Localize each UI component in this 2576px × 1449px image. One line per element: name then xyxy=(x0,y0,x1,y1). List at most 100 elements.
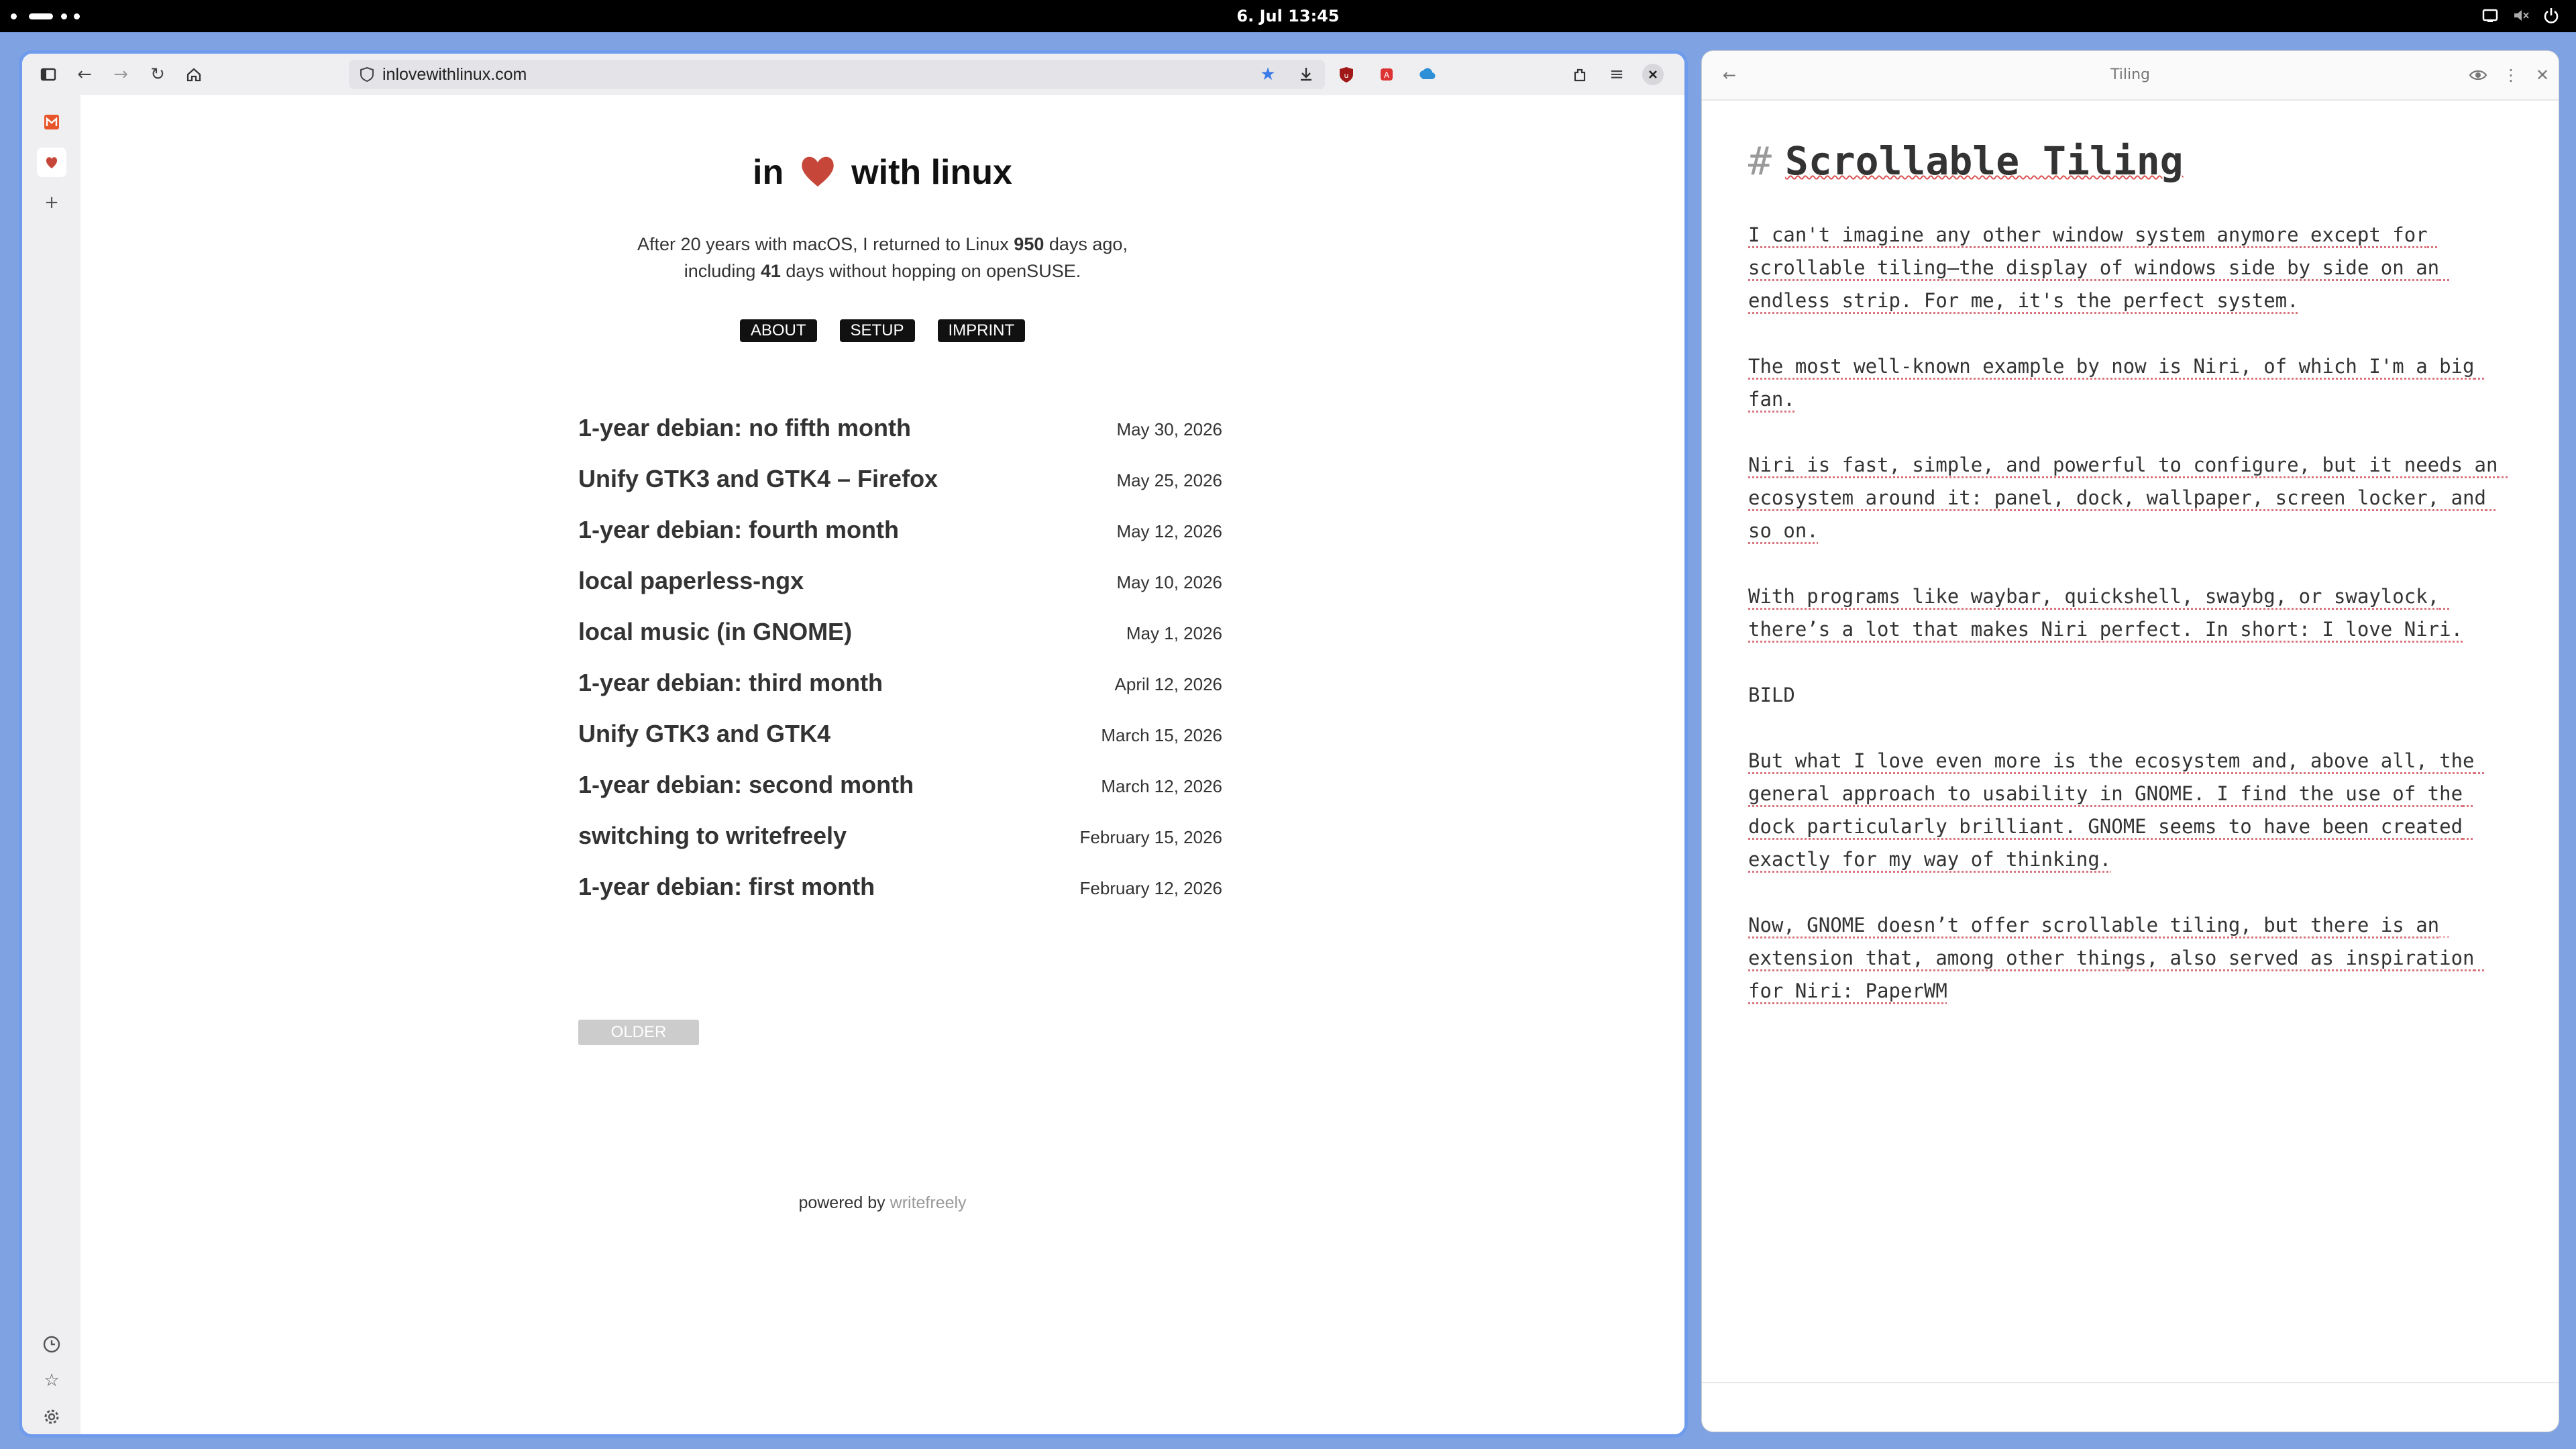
post-date: February 12, 2026 xyxy=(1079,878,1222,898)
footer: powered by writefreely xyxy=(80,1193,1684,1213)
footer-text: powered by xyxy=(798,1193,890,1212)
close-icon[interactable] xyxy=(1640,62,1666,87)
editor-document[interactable]: # Scrollable Tiling I can't imagine any o… xyxy=(1748,138,2520,1040)
sync-icon[interactable] xyxy=(1414,62,1440,87)
power-icon[interactable] xyxy=(2542,7,2560,24)
extensions-icon[interactable] xyxy=(1567,62,1593,87)
extension-icon[interactable]: A xyxy=(1374,62,1399,87)
post-date: May 30, 2026 xyxy=(1116,419,1222,439)
older-button[interactable]: OLDER xyxy=(578,1020,699,1045)
site-title-prefix: in xyxy=(753,153,784,192)
paragraph: Now, GNOME doesn’t offer scrollable tili… xyxy=(1748,914,2486,1002)
mail-app-icon[interactable] xyxy=(37,107,66,137)
nav-imprint[interactable]: IMPRINT xyxy=(937,319,1026,342)
site-nav: ABOUT SETUP IMPRINT xyxy=(80,319,1684,342)
svg-text:u: u xyxy=(1344,71,1349,80)
list-item: Unify GTK3 and GTK4 – Firefox May 25, 202… xyxy=(578,465,1222,516)
browser-sidebar: + ☆ xyxy=(22,95,80,1434)
add-icon[interactable]: + xyxy=(37,188,66,217)
list-item: 1-year debian: second month March 12, 202… xyxy=(578,771,1222,822)
intro-text: After 20 years with macOS, I returned to… xyxy=(80,231,1684,284)
browser-window: ← → ↻ inlovewithlinux.com ★ u A ≡ + ☆ in… xyxy=(19,50,1688,1438)
shield-icon[interactable] xyxy=(358,66,376,83)
nav-setup[interactable]: SETUP xyxy=(839,319,915,342)
post-title[interactable]: 1-year debian: fourth month xyxy=(578,516,899,544)
paragraph: I can't imagine any other window system … xyxy=(1748,223,2451,312)
post-title[interactable]: switching to writefreely xyxy=(578,822,847,850)
more-options-icon[interactable]: ⋮ xyxy=(2498,62,2524,88)
top-bar: 6. Jul 13:45 xyxy=(0,0,2576,32)
web-page: in with linux After 20 years with macOS,… xyxy=(80,95,1684,1434)
nav-about[interactable]: ABOUT xyxy=(739,319,817,342)
days-count: 950 xyxy=(1014,234,1044,254)
list-item: switching to writefreely February 15, 202… xyxy=(578,822,1222,873)
paragraph: The most well-known example by now is Ni… xyxy=(1748,355,2486,411)
svg-text:A: A xyxy=(1384,70,1390,80)
days-no-hop-count: 41 xyxy=(760,261,781,281)
post-title[interactable]: local paperless-ngx xyxy=(578,567,804,595)
document-heading: # Scrollable Tiling xyxy=(1748,138,2520,184)
heading-marker: # xyxy=(1748,138,1772,184)
sidebar-toggle-icon[interactable] xyxy=(36,62,61,87)
paragraph: With programs like waybar, quickshell, s… xyxy=(1748,585,2463,641)
post-date: May 10, 2026 xyxy=(1116,572,1222,592)
post-title[interactable]: 1-year debian: no fifth month xyxy=(578,414,911,442)
post-date: May 12, 2026 xyxy=(1116,521,1222,541)
post-title[interactable]: Unify GTK3 and GTK4 xyxy=(578,720,830,748)
intro-line1-end: days ago, xyxy=(1044,234,1128,254)
url-bar[interactable]: inlovewithlinux.com xyxy=(349,60,1325,89)
heading-text: Scrollable Tiling xyxy=(1784,138,2184,184)
intro-line2-start: including xyxy=(684,261,761,281)
post-date: May 25, 2026 xyxy=(1116,470,1222,490)
post-title[interactable]: 1-year debian: second month xyxy=(578,771,914,799)
editor-title: Tiling xyxy=(2110,66,2150,83)
heart-icon xyxy=(801,156,834,186)
post-date: March 15, 2026 xyxy=(1101,725,1222,745)
browser-toolbar: ← → ↻ inlovewithlinux.com ★ u A ≡ xyxy=(22,54,1684,95)
intro-line1-start: After 20 years with macOS, I returned to… xyxy=(637,234,1014,254)
settings-icon[interactable] xyxy=(37,1402,66,1432)
list-item: 1-year debian: first month February 12, 2… xyxy=(578,873,1222,924)
post-date: May 1, 2026 xyxy=(1126,623,1222,643)
screen-icon[interactable] xyxy=(2481,7,2499,24)
reload-icon[interactable]: ↻ xyxy=(145,62,170,87)
ublock-icon[interactable]: u xyxy=(1334,62,1359,87)
menu-icon[interactable]: ≡ xyxy=(1604,62,1629,87)
bookmark-star-icon[interactable]: ★ xyxy=(1255,62,1281,87)
editor-header: ← Tiling ⋮ ✕ xyxy=(1702,51,2559,101)
post-list: 1-year debian: no fifth month May 30, 202… xyxy=(578,414,1222,924)
url-text[interactable]: inlovewithlinux.com xyxy=(382,60,527,89)
list-item: 1-year debian: no fifth month May 30, 202… xyxy=(578,414,1222,465)
editor-bottom-bar xyxy=(1702,1382,2559,1432)
bookmarks-icon[interactable]: ☆ xyxy=(37,1366,66,1395)
list-item: local music (in GNOME) May 1, 2026 xyxy=(578,618,1222,669)
post-date: March 12, 2026 xyxy=(1101,776,1222,796)
post-title[interactable]: 1-year debian: third month xyxy=(578,669,883,697)
list-item: 1-year debian: fourth month May 12, 2026 xyxy=(578,516,1222,567)
history-icon[interactable] xyxy=(37,1330,66,1359)
list-item: local paperless-ngx May 10, 2026 xyxy=(578,567,1222,618)
volume-muted-icon[interactable] xyxy=(2512,7,2530,24)
post-date: February 15, 2026 xyxy=(1079,827,1222,847)
clock[interactable]: 6. Jul 13:45 xyxy=(0,0,2576,32)
site-title-suffix: with linux xyxy=(851,153,1012,192)
editor-window: ← Tiling ⋮ ✕ # Scrollable Tiling I can't … xyxy=(1701,50,2559,1432)
site-title[interactable]: in with linux xyxy=(80,152,1684,193)
post-title[interactable]: 1-year debian: first month xyxy=(578,873,875,901)
post-date: April 12, 2026 xyxy=(1114,674,1222,694)
post-title[interactable]: local music (in GNOME) xyxy=(578,618,852,646)
post-title[interactable]: Unify GTK3 and GTK4 – Firefox xyxy=(578,465,938,493)
home-icon[interactable] xyxy=(181,62,207,87)
close-icon[interactable]: ✕ xyxy=(2530,62,2555,88)
writefreely-link[interactable]: writefreely xyxy=(890,1193,967,1212)
list-item: Unify GTK3 and GTK4 March 15, 2026 xyxy=(578,720,1222,771)
list-item: 1-year debian: third month April 12, 2026 xyxy=(578,669,1222,720)
paragraph: Niri is fast, simple, and powerful to co… xyxy=(1748,453,2510,542)
forward-icon[interactable]: → xyxy=(108,62,133,87)
paragraph: BILD xyxy=(1748,684,1795,706)
download-icon[interactable] xyxy=(1293,62,1319,87)
back-icon[interactable]: ← xyxy=(72,62,97,87)
preview-eye-icon[interactable] xyxy=(2465,62,2491,88)
heart-app-icon[interactable] xyxy=(37,148,66,177)
intro-line2-end: days without hopping on openSUSE. xyxy=(780,261,1081,281)
